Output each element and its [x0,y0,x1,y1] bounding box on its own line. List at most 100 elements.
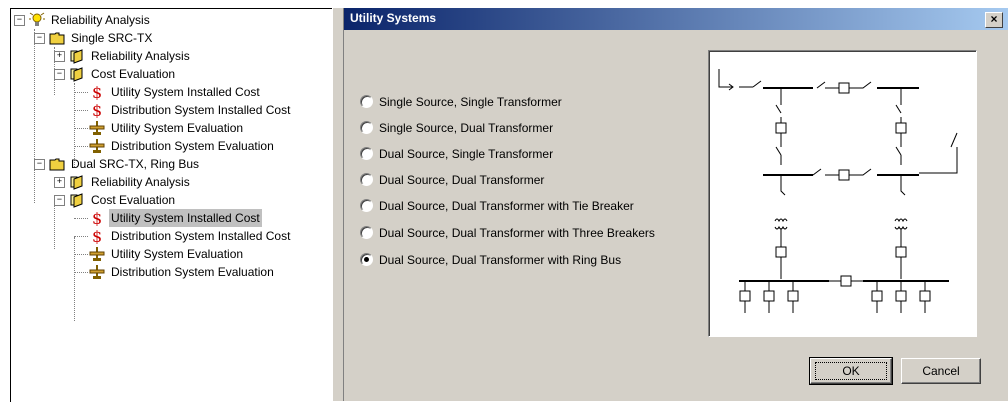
tree-item[interactable]: Cost Evaluation [69,191,177,209]
tree-item-label: Reliability Analysis [91,49,190,63]
tree-item[interactable]: $ Distribution System Installed Cost [89,227,292,246]
open-folder-icon [69,66,85,82]
tree-item[interactable]: $ Utility System Installed Cost [89,83,262,102]
collapse-icon[interactable]: − [54,195,65,206]
radio-button[interactable] [360,147,373,161]
tree-item-label: Single SRC-TX [71,31,153,45]
folder-icon [49,156,65,172]
dialog-title: Utility Systems [350,11,437,25]
tree-item-label: Cost Evaluation [91,193,176,207]
collapse-icon[interactable]: − [34,33,45,44]
dollar-icon: $ [89,101,105,120]
tree-item[interactable]: Distribution System Evaluation [89,263,276,281]
dollar-icon: $ [89,83,105,102]
tree-item-label: Reliability Analysis [91,175,190,189]
expand-icon[interactable]: + [54,177,65,188]
tree-item[interactable]: Single SRC-TX [49,29,154,47]
svg-text:$: $ [92,102,102,118]
tree-connector [74,92,88,93]
tree-item[interactable]: Reliability Analysis [69,173,192,191]
bulb-icon [29,12,45,28]
expand-icon[interactable]: + [54,51,65,62]
tree-item-label: Utility System Installed Cost [109,209,262,227]
close-button[interactable]: × [985,12,1003,28]
open-folder-icon [69,48,85,64]
tree-connector [74,272,88,273]
tree-connector [74,146,88,147]
tree-item[interactable]: Dual SRC-TX, Ring Bus [49,155,201,173]
radio-label: Single Source, Single Transformer [379,95,562,109]
open-folder-icon [69,192,85,208]
tree-item-label: Distribution System Evaluation [111,139,274,153]
collapse-icon[interactable]: − [34,159,45,170]
diagram-panel [708,50,977,337]
tree-item[interactable]: Reliability Analysis [29,11,152,29]
tree-item[interactable]: Cost Evaluation [69,65,177,83]
tree-item[interactable]: Utility System Evaluation [89,245,245,263]
tree-item-label: Utility System Evaluation [111,121,244,135]
radio-option[interactable]: Dual Source, Dual Transformer with Tie B… [360,198,634,214]
radio-option[interactable]: Dual Source, Dual Transformer with Three… [360,225,655,241]
svg-text:$: $ [92,210,102,226]
tree-item-label: Distribution System Installed Cost [111,103,291,117]
tree-item[interactable]: Reliability Analysis [69,47,192,65]
radio-option[interactable]: Single Source, Single Transformer [360,94,562,110]
tree-item-label: Utility System Installed Cost [111,85,260,99]
radio-option[interactable]: Dual Source, Single Transformer [360,146,553,162]
radio-label: Dual Source, Dual Transformer [379,173,545,187]
tree-item[interactable]: Utility System Evaluation [89,119,245,137]
radio-option[interactable]: Single Source, Dual Transformer [360,120,553,136]
radio-button[interactable] [360,253,373,267]
one-line-diagram [718,69,958,313]
collapse-icon[interactable]: − [14,15,25,26]
radio-option[interactable]: Dual Source, Dual Transformer with Ring … [360,252,621,268]
dialog-titlebar[interactable]: Utility Systems × [344,8,1008,30]
tree-item-label: Distribution System Installed Cost [111,229,291,243]
scale-icon [89,138,105,154]
folder-icon [49,30,65,46]
dollar-icon: $ [89,227,105,246]
tree-connector [74,110,88,111]
radio-label: Dual Source, Single Transformer [379,147,554,161]
utility-systems-dialog: Utility Systems × Single Source, Single … [343,8,1008,401]
svg-text:$: $ [92,84,102,100]
tree-item-label: Dual SRC-TX, Ring Bus [71,157,200,171]
radio-button[interactable] [360,226,373,240]
svg-text:$: $ [92,228,102,244]
radio-button[interactable] [360,199,373,213]
tree-connector [74,218,88,219]
tree-guide-line [34,29,35,203]
radio-button[interactable] [360,173,373,187]
cancel-button-label: Cancel [922,364,960,378]
radio-button[interactable] [360,121,373,135]
tree-connector [74,254,88,255]
ok-button[interactable]: OK [809,357,893,385]
radio-label: Dual Source, Dual Transformer with Tie B… [379,199,634,213]
tree-item-label: Utility System Evaluation [111,247,244,261]
scale-icon [89,246,105,262]
tree-guide-line [54,201,55,249]
ok-button-label: OK [815,362,887,380]
open-folder-icon [69,174,85,190]
tree-item-label: Reliability Analysis [51,13,150,27]
scale-icon [89,120,105,136]
radio-label: Dual Source, Dual Transformer with Ring … [379,253,622,267]
scale-icon [89,264,105,280]
tree-connector [74,128,88,129]
radio-label: Single Source, Dual Transformer [379,121,554,135]
radio-button[interactable] [360,95,373,109]
tree-connector [74,236,88,237]
tree-guide-line [74,237,75,321]
radio-label: Dual Source, Dual Transformer with Three… [379,226,655,240]
tree-item-label: Cost Evaluation [91,67,176,81]
close-icon: × [990,12,998,26]
tree-item-label: Distribution System Evaluation [111,265,274,279]
tree-view[interactable]: − Reliability Analysis − Single SRC-TX + Reli… [10,8,333,402]
dollar-icon: $ [89,209,105,228]
tree-item[interactable]: $ Utility System Installed Cost [89,209,262,228]
radio-option[interactable]: Dual Source, Dual Transformer [360,172,544,188]
collapse-icon[interactable]: − [54,69,65,80]
tree-item[interactable]: Distribution System Evaluation [89,137,276,155]
cancel-button[interactable]: Cancel [901,358,981,384]
tree-item[interactable]: $ Distribution System Installed Cost [89,101,292,120]
